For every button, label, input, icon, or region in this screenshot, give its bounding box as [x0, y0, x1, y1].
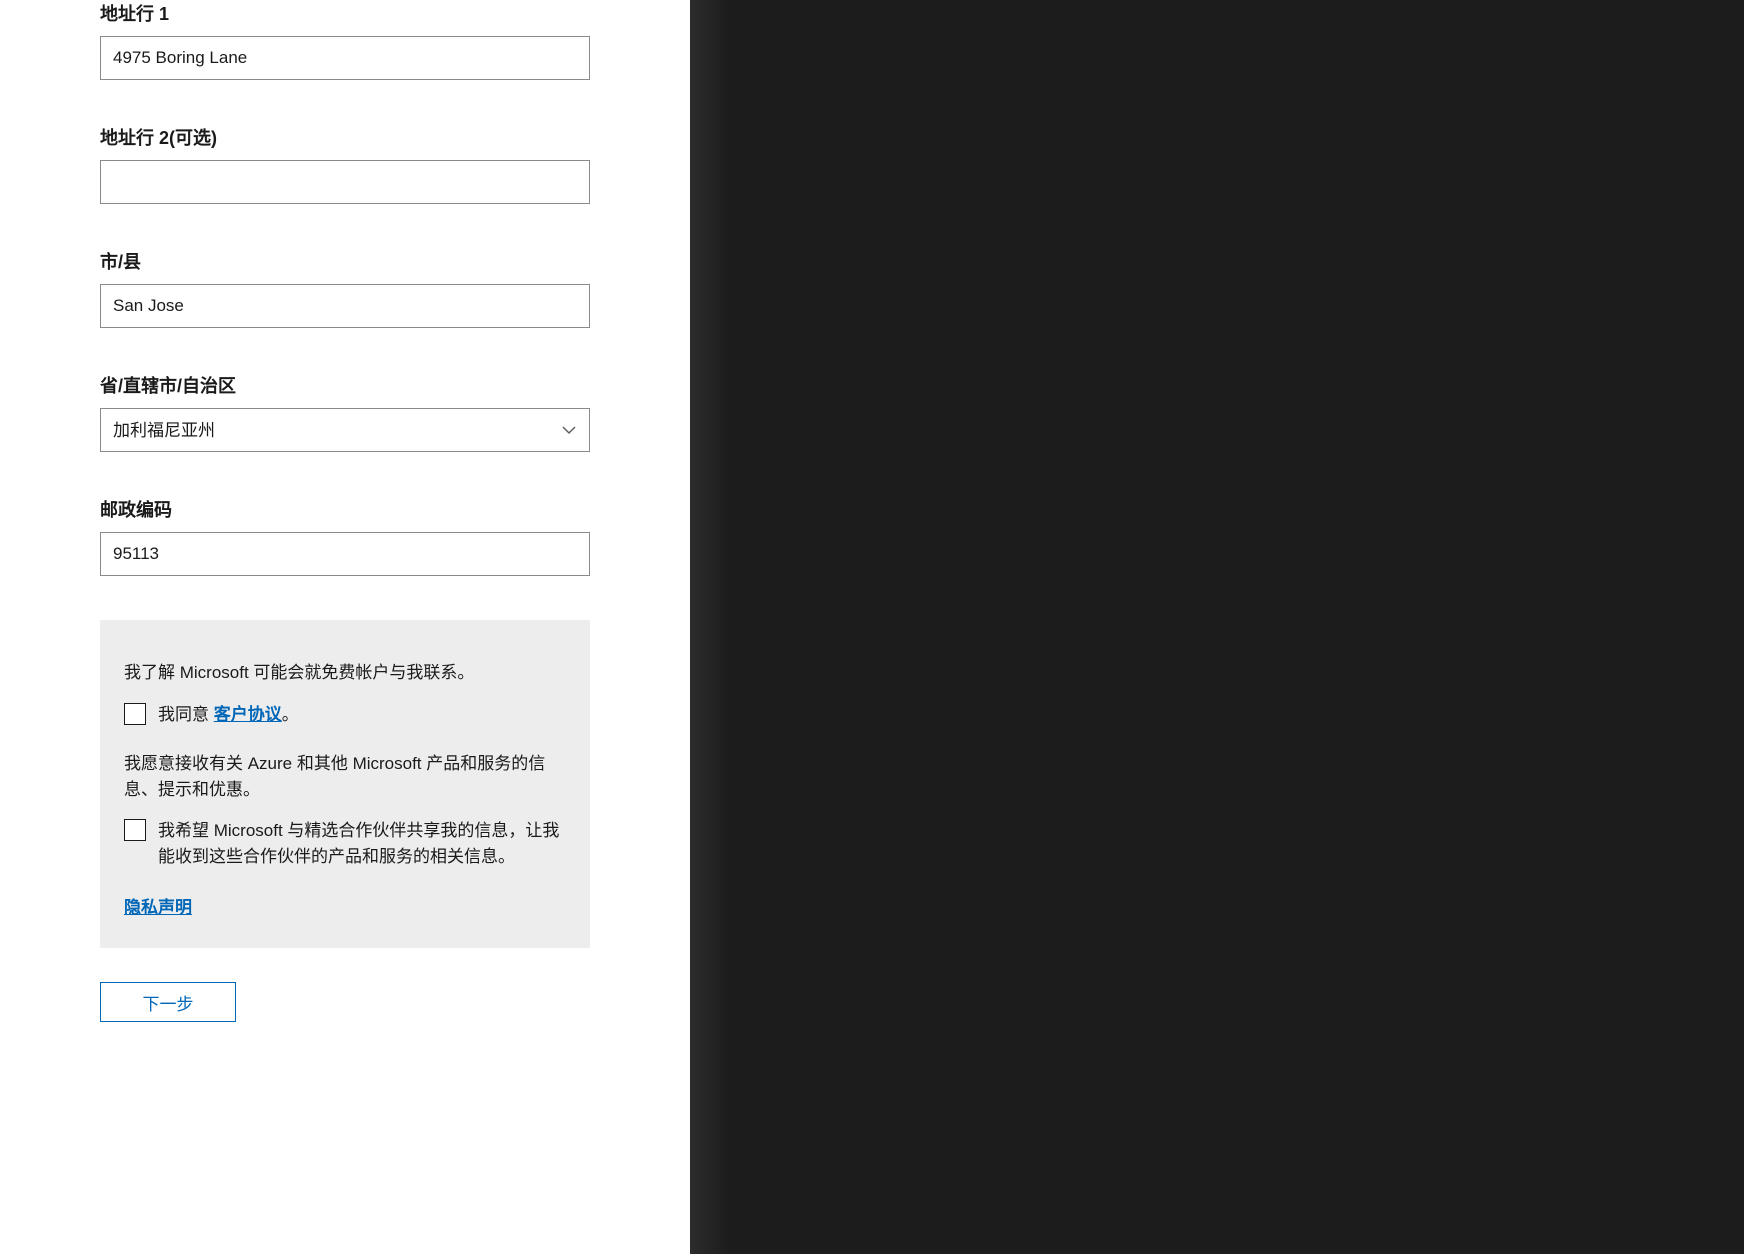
state-select[interactable]: 加利福尼亚州 [100, 408, 590, 452]
address1-label: 地址行 1 [100, 0, 590, 26]
partner-share-label: 我希望 Microsoft 与精选合作伙伴共享我的信息，让我能收到这些合作伙伴的… [158, 818, 566, 869]
agree-prefix-text: 我同意 [158, 705, 214, 724]
postal-input[interactable] [100, 532, 590, 576]
gradient-edge [690, 0, 730, 1254]
next-button-label: 下一步 [143, 990, 194, 1015]
postal-label: 邮政编码 [100, 496, 590, 522]
privacy-statement-link[interactable]: 隐私声明 [124, 893, 192, 918]
partner-share-row: 我希望 Microsoft 与精选合作伙伴共享我的信息，让我能收到这些合作伙伴的… [124, 818, 566, 869]
state-field-group: 省/直辖市/自治区 加利福尼亚州 [100, 372, 590, 452]
address2-label: 地址行 2(可选) [100, 124, 590, 150]
next-button[interactable]: 下一步 [100, 982, 236, 1022]
form-panel: 地址行 1 地址行 2(可选) 市/县 省/直辖市/自治区 加利福尼亚州 邮政编… [0, 0, 690, 1254]
marketing-notice-text: 我愿意接收有关 Azure 和其他 Microsoft 产品和服务的信息、提示和… [124, 751, 566, 802]
agreement-box: 我了解 Microsoft 可能会就免费帐户与我联系。 我同意 客户协议。 我愿… [100, 620, 590, 948]
city-label: 市/县 [100, 248, 590, 274]
right-background [690, 0, 1744, 1254]
postal-field-group: 邮政编码 [100, 496, 590, 576]
city-field-group: 市/县 [100, 248, 590, 328]
state-label: 省/直辖市/自治区 [100, 372, 590, 398]
customer-agreement-label: 我同意 客户协议。 [158, 702, 299, 728]
partner-share-checkbox[interactable] [124, 819, 146, 841]
customer-agreement-checkbox[interactable] [124, 703, 146, 725]
address1-field-group: 地址行 1 [100, 0, 590, 80]
contact-notice-text: 我了解 Microsoft 可能会就免费帐户与我联系。 [124, 660, 566, 686]
customer-agreement-row: 我同意 客户协议。 [124, 702, 566, 728]
address1-input[interactable] [100, 36, 590, 80]
address2-field-group: 地址行 2(可选) [100, 124, 590, 204]
agree-suffix-text: 。 [282, 705, 299, 724]
address2-input[interactable] [100, 160, 590, 204]
city-input[interactable] [100, 284, 590, 328]
state-select-wrapper: 加利福尼亚州 [100, 408, 590, 452]
customer-agreement-link[interactable]: 客户协议 [214, 705, 282, 724]
